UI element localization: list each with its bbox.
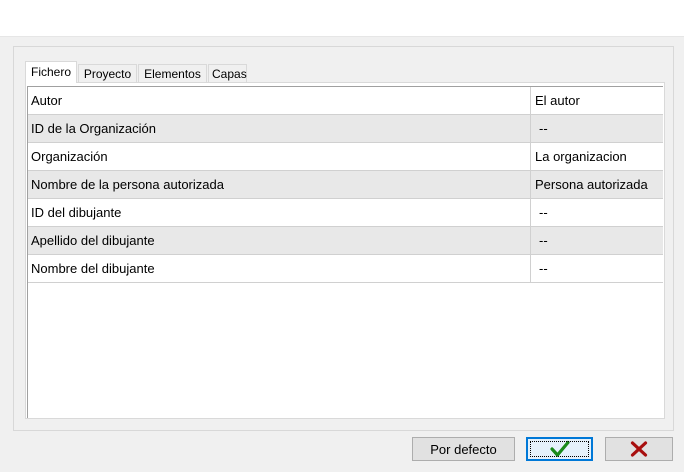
table-row[interactable]: Nombre del dibujante -- xyxy=(28,255,663,283)
column-divider xyxy=(530,227,531,254)
table-row[interactable]: Autor El autor xyxy=(28,87,663,115)
property-value[interactable]: La organizacion xyxy=(535,143,627,170)
property-key: Nombre del dibujante xyxy=(31,261,155,276)
title-bar xyxy=(0,0,684,37)
tab-proyecto[interactable]: Proyecto xyxy=(78,64,137,82)
tab-capas[interactable]: Capas xyxy=(208,64,247,82)
property-value[interactable]: -- xyxy=(539,255,548,282)
property-key: Nombre de la persona autorizada xyxy=(31,177,224,192)
table-row[interactable]: Organización La organizacion xyxy=(28,143,663,171)
column-divider xyxy=(530,115,531,142)
property-value[interactable]: -- xyxy=(539,115,548,142)
default-button-label: Por defecto xyxy=(430,441,497,457)
table-row[interactable]: Apellido del dibujante -- xyxy=(28,227,663,255)
column-divider xyxy=(530,171,531,198)
property-value[interactable]: Persona autorizada xyxy=(535,171,648,198)
property-value[interactable]: El autor xyxy=(535,87,580,114)
property-value[interactable]: -- xyxy=(539,227,548,254)
table-row[interactable]: ID de la Organización -- xyxy=(28,115,663,143)
property-key: Apellido del dibujante xyxy=(31,233,155,248)
property-key: ID de la Organización xyxy=(31,121,157,136)
column-divider xyxy=(530,87,531,114)
close-icon xyxy=(630,441,648,457)
property-key: Autor xyxy=(31,93,63,108)
ok-button[interactable] xyxy=(526,437,593,461)
property-key: Organización xyxy=(31,149,108,164)
default-button[interactable]: Por defecto xyxy=(412,437,515,461)
property-key: ID del dibujante xyxy=(31,205,122,220)
table-row[interactable]: ID del dibujante -- xyxy=(28,199,663,227)
cancel-button[interactable] xyxy=(605,437,673,461)
table-row[interactable]: Nombre de la persona autorizada Persona … xyxy=(28,171,663,199)
property-grid: Autor El autor ID de la Organización -- … xyxy=(27,86,663,418)
column-divider xyxy=(530,255,531,282)
tab-fichero[interactable]: Fichero xyxy=(25,61,77,83)
property-value[interactable]: -- xyxy=(539,199,548,226)
column-divider xyxy=(530,143,531,170)
tab-elementos[interactable]: Elementos xyxy=(138,64,207,82)
focus-rect xyxy=(530,441,589,457)
column-divider xyxy=(530,199,531,226)
